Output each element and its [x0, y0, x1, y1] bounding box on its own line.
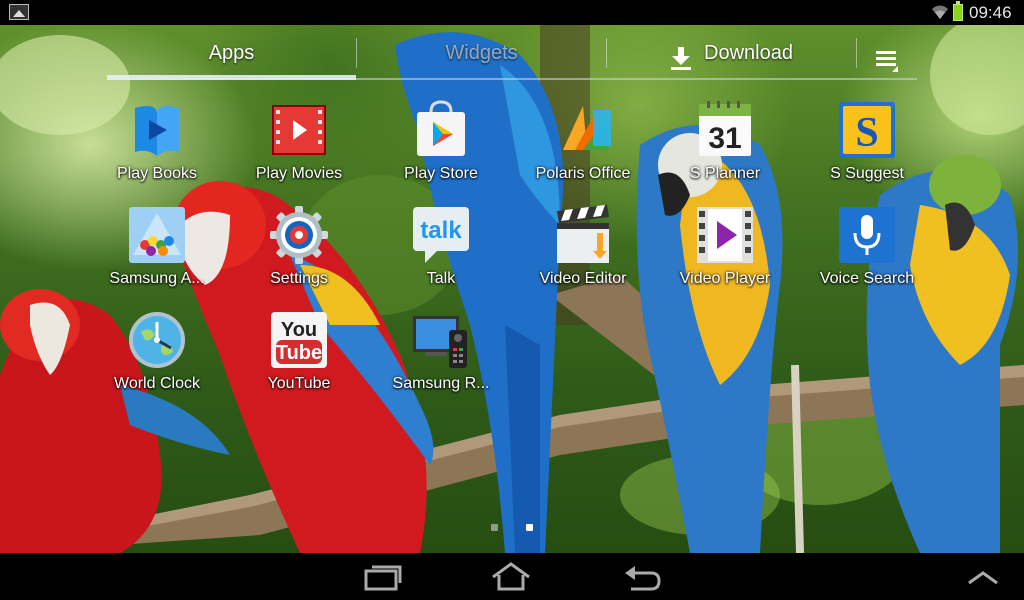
app-youtube[interactable]: You Tube YouTube: [228, 310, 370, 410]
tab-divider: [606, 38, 607, 68]
clock-time: 09:46: [969, 3, 1012, 22]
download-icon: [670, 39, 692, 70]
app-label: Polaris Office: [535, 165, 631, 182]
app-video-editor[interactable]: Video Editor: [512, 205, 654, 305]
app-world-clock[interactable]: World Clock: [86, 310, 228, 410]
status-bar: 09:46: [0, 0, 1024, 25]
app-voice-search[interactable]: Voice Search: [796, 205, 938, 305]
samsung-apps-icon: [129, 207, 185, 263]
video-player-icon: [697, 207, 753, 263]
gallery-notification-icon[interactable]: [9, 4, 29, 20]
app-label: S Suggest: [830, 165, 904, 182]
settings-gear-icon: [270, 206, 328, 264]
app-label: Video Player: [679, 270, 771, 287]
play-books-icon: [135, 106, 179, 156]
app-samsung-apps[interactable]: Samsung A...: [86, 205, 228, 305]
tab-divider: [356, 38, 357, 68]
s-suggest-letter: S: [855, 110, 878, 156]
app-label: World Clock: [114, 375, 200, 392]
app-play-books[interactable]: Play Books: [86, 100, 228, 200]
s-planner-date: 31: [708, 122, 741, 155]
page-indicator-dot-2-current[interactable]: [526, 524, 533, 531]
app-video-player[interactable]: Video Player: [654, 205, 796, 305]
app-settings[interactable]: Settings: [228, 205, 370, 305]
overflow-menu-button[interactable]: [857, 28, 917, 78]
tab-download-label: Download: [704, 42, 793, 64]
youtube-word-tube: Tube: [276, 342, 322, 364]
home-icon[interactable]: [481, 561, 541, 593]
app-label: S Planner: [689, 165, 761, 182]
app-talk[interactable]: talk Talk: [370, 205, 512, 305]
app-polaris-office[interactable]: Polaris Office: [512, 100, 654, 200]
app-play-movies[interactable]: Play Movies: [228, 100, 370, 200]
s-suggest-icon: S: [839, 102, 895, 158]
app-samsung-remote[interactable]: Samsung R...: [370, 310, 512, 410]
back-icon[interactable]: [611, 561, 671, 593]
video-editor-icon: [557, 205, 609, 263]
samsung-remote-icon: [413, 316, 467, 368]
voice-search-microphone-icon: [839, 207, 895, 263]
world-clock-icon: [129, 312, 185, 368]
youtube-word-you: You: [281, 319, 317, 341]
expand-up-icon[interactable]: [953, 561, 1013, 593]
recent-apps-icon[interactable]: [352, 561, 412, 593]
overflow-menu-icon: [876, 41, 898, 72]
app-label: YouTube: [267, 375, 331, 392]
app-grid: Play Books Play Movies Play Store Polari…: [0, 0, 1024, 553]
play-store-icon: [417, 100, 465, 156]
tab-download[interactable]: Download: [607, 28, 856, 78]
app-label: Play Books: [116, 165, 198, 182]
app-s-planner[interactable]: 31 S Planner: [654, 100, 796, 200]
app-label: Video Editor: [539, 270, 627, 287]
app-label: Samsung R...: [392, 375, 490, 392]
app-label: Talk: [426, 270, 456, 287]
talk-icon: talk: [413, 207, 469, 263]
app-label: Voice Search: [819, 270, 915, 287]
app-drawer-tab-bar: Apps Widgets Download: [107, 28, 917, 80]
youtube-icon: You Tube: [271, 312, 327, 368]
app-s-suggest[interactable]: S S Suggest: [796, 100, 938, 200]
wifi-icon: [932, 5, 948, 19]
app-label: Samsung A...: [109, 270, 205, 287]
app-play-store[interactable]: Play Store: [370, 100, 512, 200]
tab-apps[interactable]: Apps: [107, 28, 356, 78]
app-label: Play Movies: [255, 165, 343, 182]
android-screen: 09:46 Apps Widgets Download Play Books P…: [0, 0, 1024, 600]
app-label: Play Store: [404, 165, 478, 182]
app-label: Settings: [270, 270, 328, 287]
talk-word: talk: [420, 217, 462, 244]
tab-selected-indicator: [107, 75, 356, 80]
play-movies-icon: [272, 105, 326, 155]
battery-icon: [953, 1, 963, 21]
tab-widgets[interactable]: Widgets: [357, 28, 606, 78]
s-planner-icon: 31: [699, 101, 751, 156]
polaris-office-icon: [563, 106, 611, 150]
page-indicator-dot-1[interactable]: [491, 524, 498, 531]
tab-divider: [856, 38, 857, 68]
navigation-bar: [0, 553, 1024, 600]
